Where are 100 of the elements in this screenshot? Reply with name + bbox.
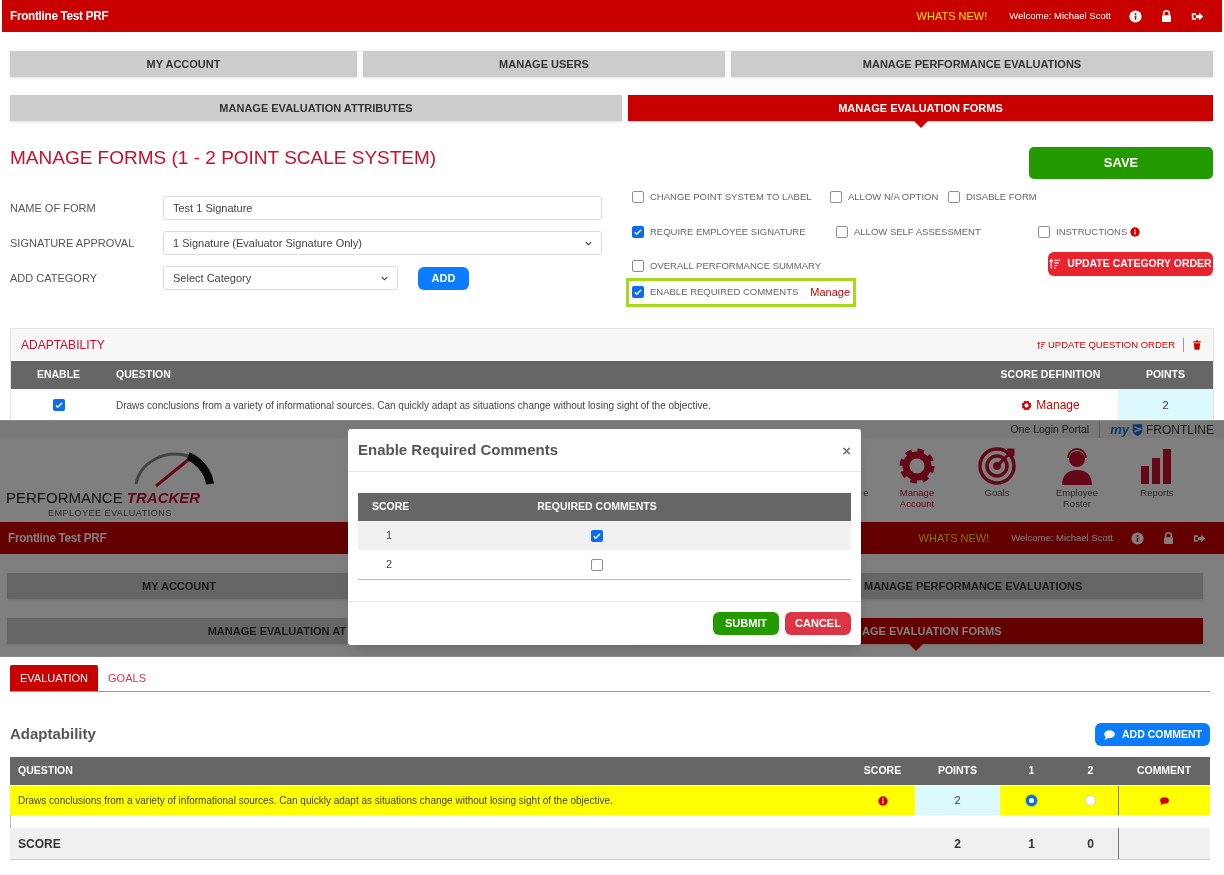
column-header: COMMENT <box>1135 763 1193 779</box>
radio-button[interactable] <box>1026 795 1037 806</box>
modal-title: Enable Required Comments <box>358 439 560 460</box>
info-icon <box>877 795 888 806</box>
add-button[interactable]: ADD <box>418 266 469 290</box>
chevron-down-icon <box>585 239 592 247</box>
tab-pointer <box>908 644 923 651</box>
nav-icon-item[interactable]: Goals <box>957 446 1037 509</box>
cancel-button[interactable]: CANCEL <box>785 612 851 635</box>
checkbox[interactable] <box>632 191 644 204</box>
comment-icon <box>1103 728 1117 741</box>
column-header: SCORE <box>371 499 411 515</box>
table-cell-text: 1 <box>385 528 394 544</box>
one-login-portal-link[interactable]: One Login Portal <box>1010 421 1090 438</box>
checkbox[interactable] <box>591 529 603 542</box>
option-label: ENABLE REQUIRED COMMENTS <box>650 285 799 300</box>
info-icon[interactable] <box>1129 9 1142 23</box>
question-text: Draws conclusions from a variety of informational sources. Can quickly adapt as situations change without losing sight of the objective. <box>115 398 712 413</box>
info-icon[interactable] <box>1131 531 1144 545</box>
manage-link[interactable]: Manage <box>810 284 851 301</box>
select-field[interactable]: Select Category <box>163 266 398 290</box>
column-header: SCORE DEFINITION <box>999 367 1102 383</box>
checkbox[interactable] <box>632 286 644 299</box>
nav-tab[interactable]: MANAGE EVALUATION AT <box>7 618 347 644</box>
field-label: NAME OF FORM <box>10 200 97 216</box>
info-icon[interactable] <box>1130 227 1141 238</box>
column-header: 1 <box>1027 763 1036 779</box>
option-label: REQUIRE EMPLOYEE SIGNATURE <box>650 225 806 239</box>
sort-icon <box>1036 340 1046 350</box>
chevron-down-icon <box>381 274 388 282</box>
checkbox[interactable] <box>836 226 848 239</box>
app-title: Frontline Test PRF <box>8 529 107 548</box>
close-button[interactable]: × <box>842 442 851 458</box>
table-cell: 2 <box>915 786 1000 815</box>
add-comment-button[interactable]: ADD COMMENT <box>1095 723 1210 746</box>
option-label: ALLOW SELF ASSESSMENT <box>854 225 981 239</box>
option-label: INSTRUCTIONS <box>1056 225 1128 239</box>
table-cell: 2 <box>1118 389 1213 420</box>
checkbox[interactable] <box>591 558 603 571</box>
question-text: Draws conclusions from a variety of informational sources. Can quickly adapt as situations change without losing sight of the objective. <box>17 794 614 808</box>
target-icon <box>977 446 1017 486</box>
select-field[interactable]: 1 Signature (Evaluator Signature Only) <box>163 231 602 255</box>
nav-tab[interactable]: MANAGE EVALUATION ATTRIBUTES <box>10 95 622 121</box>
tab[interactable]: EVALUATION <box>10 665 99 691</box>
tab-pointer <box>913 121 928 128</box>
gear-icon <box>1021 399 1033 411</box>
app-title: Frontline Test PRF <box>10 7 109 26</box>
whats-new-link[interactable]: WHATS NEW! <box>916 7 988 25</box>
score-label: SCORE <box>17 835 62 853</box>
nav-tab[interactable]: MANAGE PERFORMANCE EVALUATIONS <box>731 51 1213 77</box>
nav-icon-item[interactable]: Employee Roster <box>1037 446 1117 509</box>
table-cell-text: 0 <box>1086 835 1095 853</box>
column-header: POINTS <box>1144 367 1187 383</box>
manage-link[interactable]: Manage <box>983 396 1118 414</box>
checkbox[interactable] <box>632 226 644 239</box>
nav-tab[interactable]: MY ACCOUNT <box>7 573 351 599</box>
column-header: QUESTION <box>115 367 172 383</box>
section-title: Adaptability <box>10 724 97 745</box>
welcome-text: Welcome: Michael Scott <box>1011 530 1113 545</box>
whats-new-link[interactable]: WHATS NEW! <box>918 529 990 547</box>
update-category-order-button[interactable]: UPDATE CATEGORY ORDER <box>1048 252 1213 276</box>
tab[interactable]: GOALS <box>98 665 156 691</box>
category-title: ADAPTABILITY <box>21 337 105 354</box>
table-cell-text: 1 <box>1027 835 1036 853</box>
checkbox[interactable] <box>830 191 842 204</box>
column-header: 2 <box>1086 763 1095 779</box>
column-header: SCORE <box>862 763 903 779</box>
nav-tab[interactable]: MANAGE USERS <box>363 51 725 77</box>
option-label: OVERALL PERFORMANCE SUMMARY <box>650 259 822 273</box>
table-cell-text: 2 <box>385 557 394 573</box>
nav-icon-item[interactable]: Manage Account <box>877 446 957 509</box>
column-header: POINTS <box>936 763 979 779</box>
comment-icon[interactable] <box>1159 795 1170 806</box>
nav-icon-item[interactable]: Reports <box>1117 446 1197 509</box>
option-label: DISABLE FORM <box>966 190 1037 204</box>
field-label: ADD CATEGORY <box>10 270 98 286</box>
welcome-text: Welcome: Michael Scott <box>1009 8 1111 23</box>
submit-button[interactable]: SUBMIT <box>713 612 779 635</box>
sort-icon <box>1049 258 1062 270</box>
column-header: QUESTION <box>17 763 74 779</box>
option-label: CHANGE POINT SYSTEM TO LABEL <box>650 190 812 204</box>
column-header: REQUIRED COMMENTS <box>536 499 658 515</box>
lock-icon[interactable] <box>1162 531 1175 545</box>
checkbox[interactable] <box>632 260 644 273</box>
frontline-logo: my FRONTLINE <box>1110 421 1214 439</box>
column-header: ENABLE <box>35 367 82 383</box>
table-cell-text: 2 <box>953 835 962 853</box>
nav-tab[interactable]: MY ACCOUNT <box>10 51 357 77</box>
trash-icon[interactable] <box>1192 339 1202 351</box>
input-field[interactable]: Test 1 Signature <box>163 196 602 220</box>
lock-icon[interactable] <box>1160 9 1173 23</box>
save-button[interactable]: SAVE <box>1029 147 1213 179</box>
page-title: MANAGE FORMS (1 - 2 POINT SCALE SYSTEM) <box>10 147 438 169</box>
update-question-order-link[interactable]: UPDATE QUESTION ORDER <box>1036 337 1175 353</box>
checkbox[interactable] <box>948 191 960 204</box>
checkbox[interactable] <box>1038 226 1050 239</box>
performance-tracker-logo: PERFORMANCE TRACKER EMPLOYEE EVALUATIONS <box>6 448 211 518</box>
checkbox[interactable] <box>52 399 65 411</box>
settings-icon <box>897 446 937 486</box>
field-label: SIGNATURE APPROVAL <box>10 235 136 251</box>
